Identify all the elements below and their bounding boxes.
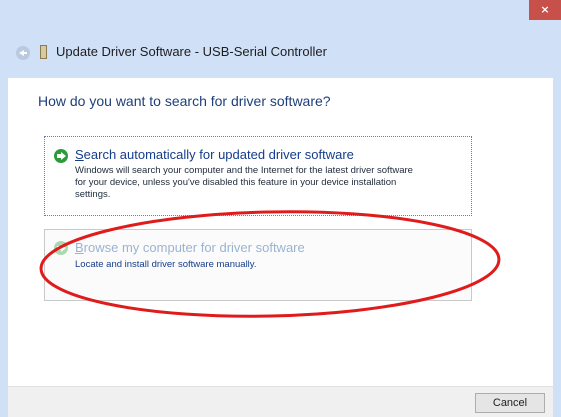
cancel-button[interactable]: Cancel xyxy=(475,393,545,413)
option-title-text: rowse my computer for driver software xyxy=(83,240,305,255)
usb-device-icon xyxy=(40,45,47,59)
search-automatically-option[interactable]: Search automatically for updated driver … xyxy=(44,136,472,216)
option-title-text: earch automatically for updated driver s… xyxy=(83,147,354,162)
search-automatically-description: Windows will search your computer and th… xyxy=(75,165,413,200)
update-driver-dialog: × Update Driver Software - USB-Serial Co… xyxy=(0,0,561,417)
dialog-footer xyxy=(8,386,553,417)
browse-computer-description: Locate and install driver software manua… xyxy=(75,259,257,270)
close-button[interactable]: × xyxy=(529,0,561,20)
mnemonic-letter: S xyxy=(75,147,84,162)
browse-computer-option[interactable]: Browse my computer for driver software L… xyxy=(44,229,472,301)
mnemonic-letter: B xyxy=(75,240,84,255)
back-arrow-icon[interactable] xyxy=(16,46,30,60)
page-heading: How do you want to search for driver sof… xyxy=(38,93,331,109)
window-title-bar xyxy=(0,0,561,78)
window-title: Update Driver Software - USB-Serial Cont… xyxy=(56,44,327,59)
green-arrow-icon xyxy=(54,149,68,163)
green-arrow-icon xyxy=(54,241,68,255)
search-automatically-title: Search automatically for updated driver … xyxy=(75,147,354,162)
window-frame-left xyxy=(0,78,8,417)
browse-computer-title: Browse my computer for driver software xyxy=(75,240,305,255)
window-frame-right xyxy=(553,78,561,417)
